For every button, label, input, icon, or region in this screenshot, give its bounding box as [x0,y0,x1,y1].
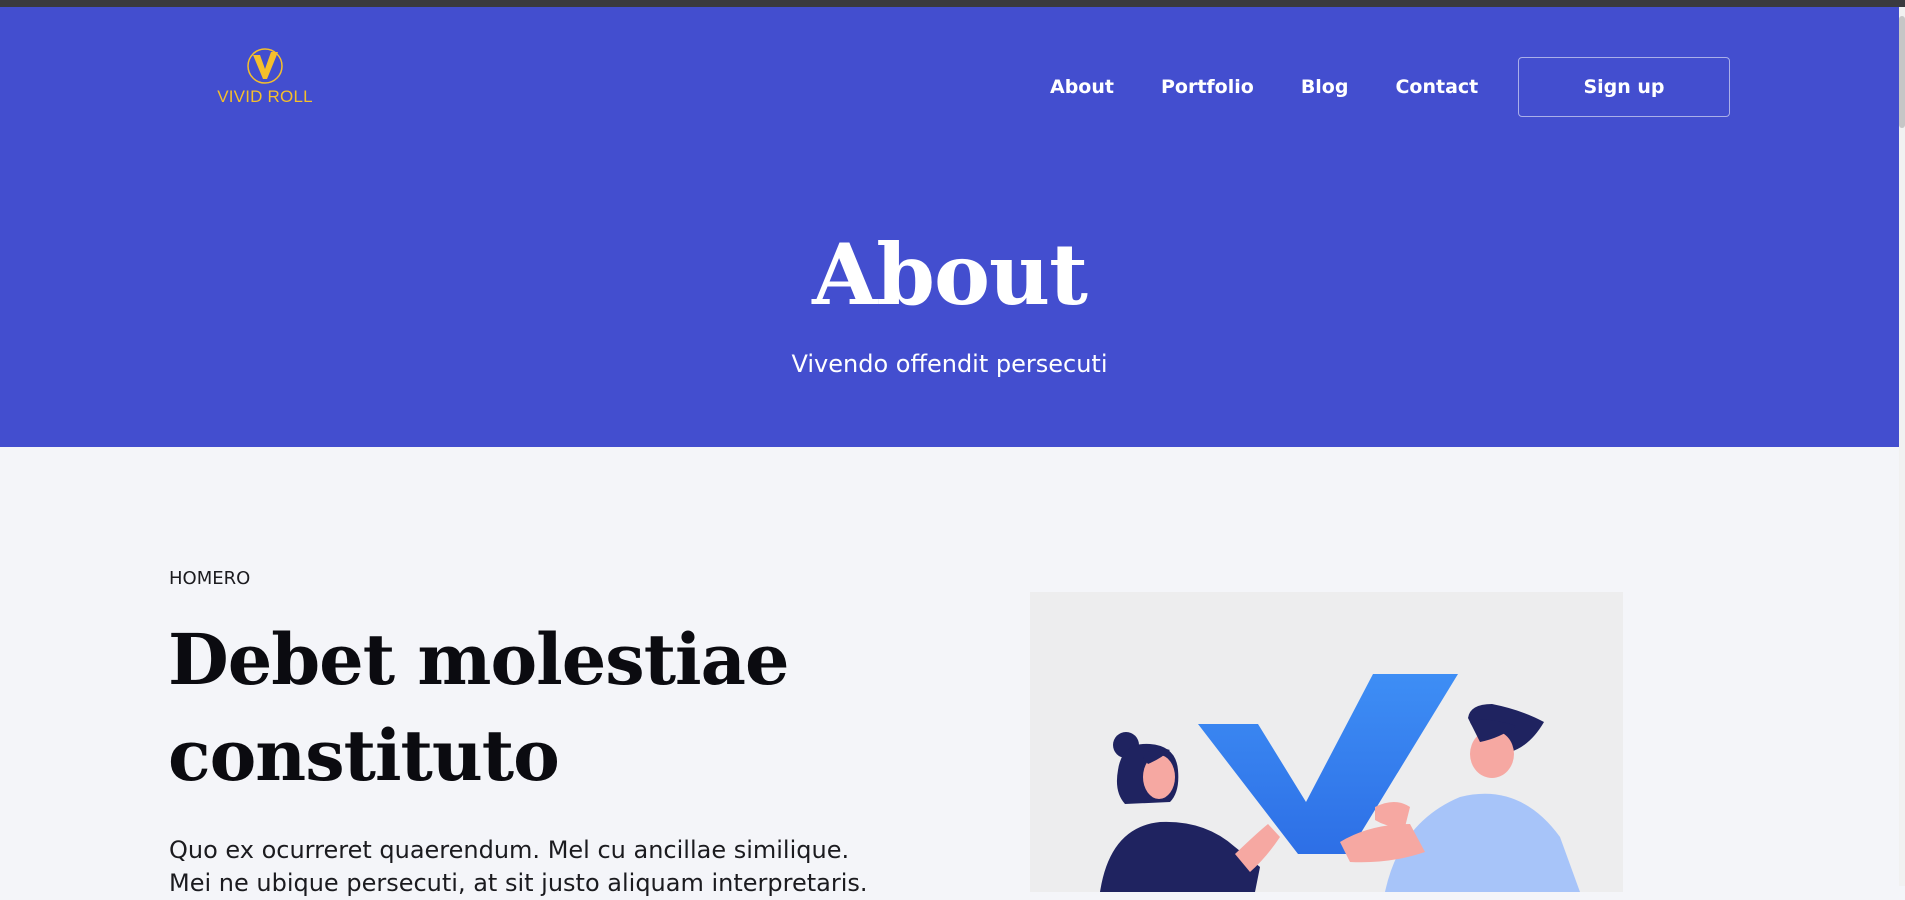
section-paragraph: Quo ex ocurreret quaerendum. Mel cu anci… [169,836,868,897]
scrollbar-thumb[interactable] [1899,16,1905,128]
vivid-roll-logo-icon [247,48,283,84]
sign-up-button[interactable]: Sign up [1518,57,1730,117]
page-subtitle: Vivendo offendit persecuti [791,350,1108,378]
page-scrollbar[interactable] [1899,7,1905,886]
nav-link-contact[interactable]: Contact [1395,76,1478,98]
browser-top-edge [0,0,1905,7]
section-heading: Debet molestiae constituto [168,618,790,797]
nav-link-blog[interactable]: Blog [1301,76,1349,98]
main-nav: About Portfolio Blog Contact [1050,57,1525,117]
nav-link-portfolio[interactable]: Portfolio [1161,76,1254,98]
page-title: About [812,225,1088,324]
two-people-holding-v-illustration-icon [1100,674,1580,892]
about-illustration [1030,592,1623,892]
brand-logo[interactable]: VIVID ROLL [210,47,320,109]
logo-wordmark: VIVID ROLL [217,87,313,106]
nav-link-about[interactable]: About [1050,76,1114,98]
section-eyebrow: HOMERO [169,568,251,589]
